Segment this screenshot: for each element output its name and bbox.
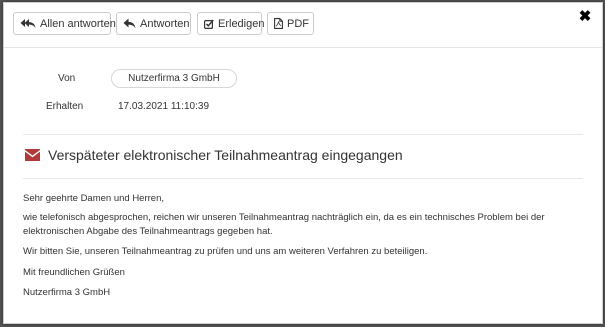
header-divider — [23, 134, 583, 135]
envelope-icon — [25, 149, 40, 161]
close-icon[interactable]: ✖ — [578, 9, 592, 25]
reply-button[interactable]: Antworten — [116, 12, 191, 35]
received-label: Erhalten — [46, 101, 84, 112]
checkbox-checked-icon — [204, 19, 214, 29]
body-closing: Mit freundlichen Grüßen — [23, 267, 125, 278]
message-dialog: Allen antworten Antworten Erledigen PDF … — [3, 2, 603, 324]
done-button[interactable]: Erledigen — [197, 12, 265, 35]
pdf-button[interactable]: PDF — [267, 12, 314, 35]
reply-all-button[interactable]: Allen antworten — [13, 12, 116, 35]
message-toolbar: Allen antworten Antworten Erledigen PDF … — [4, 3, 602, 48]
reply-all-icon — [20, 18, 36, 29]
body-paragraph-main: wie telefonisch abgesprochen, reichen wi… — [23, 212, 545, 237]
body-signature: Nutzerfirma 3 GmbH — [23, 287, 111, 298]
received-timestamp: 17.03.2021 11:10:39 — [118, 101, 210, 112]
body-greeting: Sehr geehrte Damen und Herren, — [23, 193, 164, 204]
pdf-label: PDF — [287, 17, 309, 30]
subject-divider — [23, 178, 583, 179]
done-label: Erledigen — [218, 17, 265, 30]
reply-all-label: Allen antworten — [40, 17, 116, 30]
file-pdf-icon — [274, 18, 283, 29]
reply-label: Antworten — [140, 17, 190, 30]
reply-icon — [123, 18, 136, 29]
body-paragraph-request: Wir bitten Sie, unseren Teilnahmeantrag … — [23, 246, 428, 257]
from-label: Von — [58, 73, 76, 84]
subject-text: Verspäteter elektronischer Teilnahmeantr… — [48, 147, 403, 163]
message-subject: Verspäteter elektronischer Teilnahmeantr… — [25, 147, 403, 163]
sender-badge[interactable]: Nutzerfirma 3 GmbH — [111, 69, 237, 88]
